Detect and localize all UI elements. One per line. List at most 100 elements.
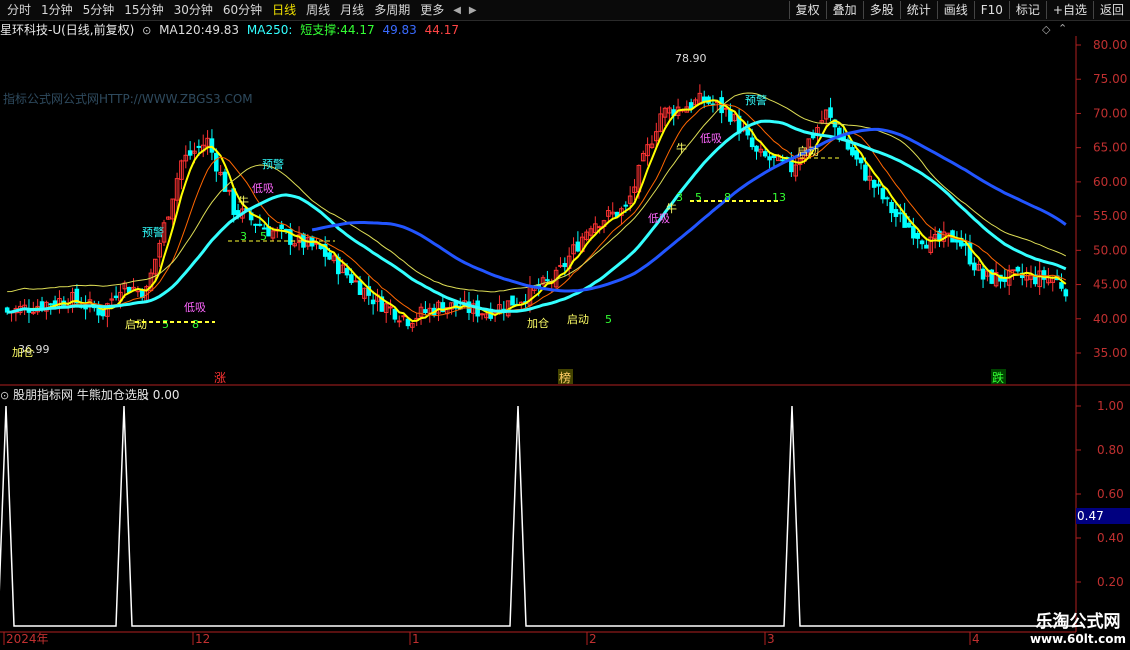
yujing-label: 预警: [745, 93, 767, 107]
qidong-label: 启动: [125, 318, 147, 331]
indicator-line: [0, 405, 1076, 627]
candle-down: [48, 303, 54, 306]
candle-down: [884, 197, 890, 200]
candle-down: [1015, 266, 1021, 272]
candle-down: [876, 183, 881, 187]
price-tick-label: 40.00: [1093, 312, 1127, 326]
candle-down: [279, 224, 284, 230]
main-chart[interactable]: 80.0075.0070.0065.0060.0055.0050.0045.00…: [0, 0, 1130, 650]
candle-down: [889, 201, 894, 214]
price-tick-label: 65.00: [1093, 141, 1127, 155]
indicator-tick-label: 0.60: [1097, 487, 1124, 501]
candle-down: [828, 107, 833, 118]
candle-down: [370, 299, 376, 305]
price-tick-label: 80.00: [1093, 38, 1127, 52]
date-label: 2: [589, 632, 597, 646]
candle-down: [100, 310, 106, 317]
indicator-info-line: ⊙ 股朋指标网 牛熊加仓选股: 0.00: [0, 388, 180, 402]
count-label: 5: [162, 318, 169, 331]
candle-down: [906, 222, 912, 228]
count-label: 3: [676, 191, 683, 204]
dixi-label: 低吸: [700, 132, 722, 145]
candle-down: [253, 223, 258, 226]
candle-down: [196, 145, 202, 148]
candle-down: [745, 128, 751, 136]
brand-watermark: 乐淘公式网 www.60lt.com: [1030, 607, 1126, 646]
candle-down: [510, 295, 515, 306]
count-label: 8: [192, 318, 199, 331]
price-tick-label: 50.00: [1093, 243, 1127, 257]
candle-down: [1041, 270, 1047, 280]
candle-down: [545, 279, 550, 282]
candle-up: [396, 320, 402, 323]
candle-down: [357, 280, 363, 295]
price-tick-label: 60.00: [1093, 175, 1127, 189]
candle-down: [701, 96, 707, 102]
high-price-label: 78.90: [675, 52, 707, 65]
count-label: 8: [724, 191, 731, 204]
candle-down: [187, 150, 193, 156]
candle-down: [972, 262, 977, 271]
candle-up: [479, 313, 485, 316]
candle-up: [723, 107, 729, 110]
date-label: 3: [767, 632, 775, 646]
price-tick-label: 35.00: [1093, 346, 1127, 360]
candle-up: [1011, 269, 1016, 272]
date-label: 1: [412, 632, 420, 646]
candle-down: [954, 238, 960, 243]
candle-up: [597, 226, 602, 229]
upper-band-line: [7, 92, 1067, 293]
candle-down: [749, 137, 755, 148]
candle-up: [388, 306, 393, 309]
current-value-label: 0.47: [1077, 509, 1104, 523]
indicator-value: 0.00: [152, 388, 180, 402]
candle-down: [214, 152, 219, 172]
ma250-line: [311, 127, 1067, 293]
candle-down: [915, 232, 920, 239]
dixi-label: 低吸: [184, 301, 206, 314]
candle-down: [911, 225, 916, 239]
candle-down: [880, 188, 886, 200]
candle-down: [327, 252, 332, 260]
candle-down: [919, 240, 925, 245]
mid-ma-line: [7, 103, 1067, 317]
candle-down: [728, 109, 733, 122]
candle-down: [349, 274, 354, 284]
yujing-label: 预警: [142, 225, 164, 239]
candle-down: [767, 156, 772, 161]
price-tick-label: 70.00: [1093, 106, 1127, 120]
candle-down: [261, 227, 267, 230]
candle-down: [854, 150, 859, 160]
candle-down: [1063, 289, 1069, 297]
count-label: 13: [772, 191, 786, 204]
candle-down: [392, 308, 398, 320]
candle-down: [897, 212, 903, 215]
candle-down: [863, 164, 868, 181]
candle-down: [423, 309, 428, 314]
candle-down: [562, 263, 568, 268]
candle-down: [858, 157, 864, 164]
bang-marker: 榜: [559, 370, 571, 385]
candle-up: [558, 264, 563, 267]
candle-up: [353, 280, 358, 283]
count-label: 5: [605, 313, 612, 326]
brand-name: 乐淘公式网: [1035, 612, 1121, 632]
yujing-label: 预警: [262, 157, 284, 171]
candle-down: [871, 179, 877, 188]
indicator-settings-icon[interactable]: ⊙: [0, 389, 9, 402]
dixi-label: 低吸: [252, 182, 274, 195]
candle-down: [623, 204, 629, 207]
candle-down: [257, 223, 263, 226]
die-marker: 跌: [992, 370, 1004, 385]
candle-down: [754, 145, 759, 152]
candle-down: [405, 318, 411, 327]
niu-label: 牛: [676, 141, 687, 155]
candle-down: [850, 147, 855, 156]
candle-up: [227, 189, 232, 192]
indicator-tick-label: 1.00: [1097, 399, 1124, 413]
candle-down: [924, 244, 929, 249]
date-label: 12: [195, 632, 210, 646]
price-tick-label: 75.00: [1093, 72, 1127, 86]
candle-down: [575, 241, 581, 252]
indicator-tick-label: 0.20: [1097, 575, 1124, 589]
